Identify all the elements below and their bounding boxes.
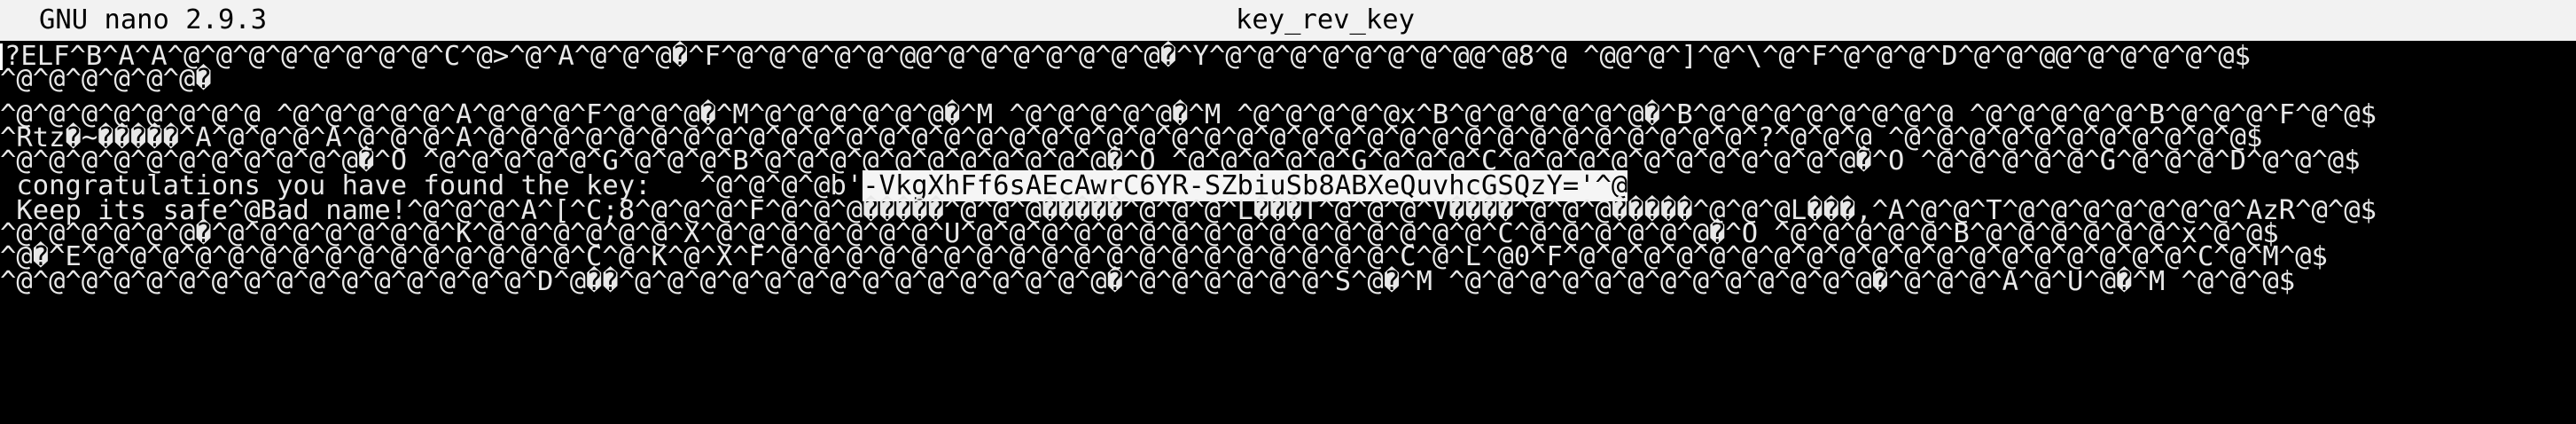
title-bar: GNU nano 2.9.3 key_rev_key: [0, 0, 2576, 41]
editor-area[interactable]: ?ELF^B^A^A^@^@^@^@^@^@^@^@^C^@>^@^A^@^@^…: [0, 41, 2576, 424]
app-version-label: GNU nano 2.9.3: [39, 4, 268, 35]
editor-line-10[interactable]: ^@^@^@^@^@^@^@^@^@^@^@^@^@^@^@^@^D^@��^@…: [0, 266, 2576, 298]
editor-line-2[interactable]: ^@^@^@^@^@^@�: [0, 64, 2576, 96]
file-name-label: key_rev_key: [1236, 4, 1415, 35]
line-text: ^@^@^@^@^@^@^@^@^@^@^@^@^@^@^@^@^D^@��^@…: [0, 266, 2296, 297]
line-text: ^@^@^@^@^@^@�: [0, 64, 212, 95]
